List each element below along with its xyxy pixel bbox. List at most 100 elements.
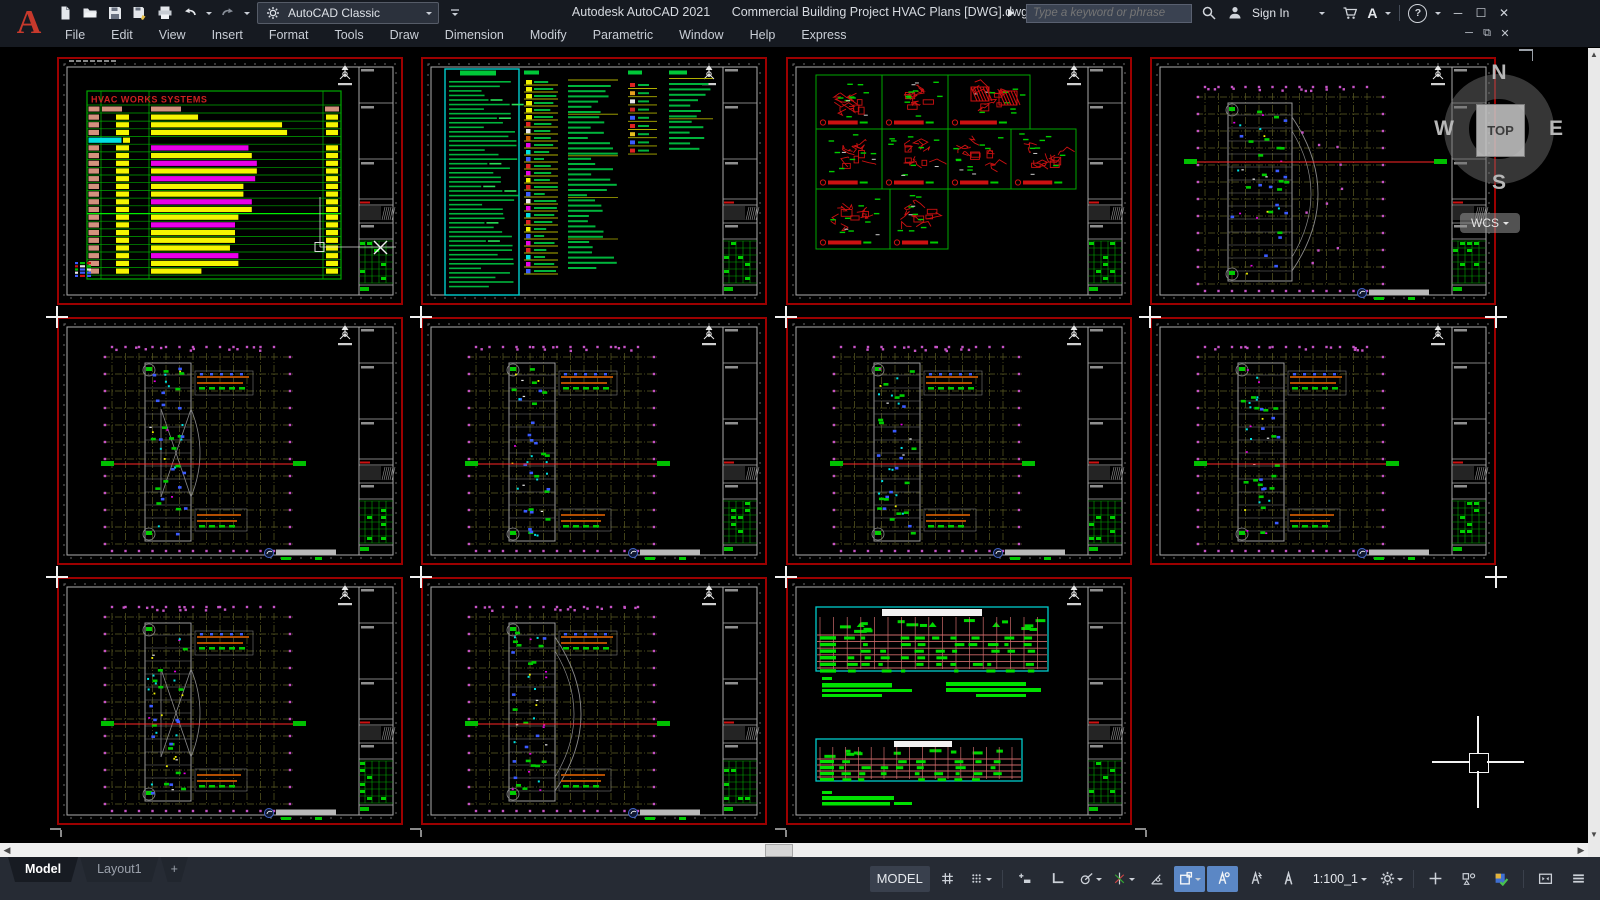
close-button[interactable]: ✕ [1494, 6, 1514, 20]
redo-icon[interactable] [219, 4, 237, 22]
sheet-hvac-works-systems-schedule[interactable]: HVAC WORKS SYSTEMS [57, 57, 403, 305]
sheet-hvac-floor-plan-2[interactable] [421, 317, 767, 565]
workspace-switching-chevron-down-icon[interactable] [1397, 878, 1403, 884]
save-icon[interactable] [106, 4, 124, 22]
menu-tools[interactable]: Tools [321, 25, 376, 46]
redo-chevron-down-icon[interactable] [244, 12, 250, 18]
undo-icon[interactable] [181, 4, 199, 22]
sheet-general-notes-and-legend[interactable] [421, 57, 767, 305]
menu-insert[interactable]: Insert [199, 25, 256, 46]
collapse-search-arrow-icon[interactable] [1008, 9, 1018, 17]
viewcube-wcs-menu[interactable]: WCS [1460, 213, 1520, 233]
minimize-button[interactable]: ─ [1448, 6, 1468, 20]
vertical-scrollbar[interactable]: ▲ ▼ [1588, 47, 1600, 843]
document-window-controls: ─ ⧉ ✕ [1462, 27, 1512, 40]
dyn-icon [1017, 871, 1032, 886]
undo-chevron-down-icon[interactable] [206, 12, 212, 18]
sign-in-button[interactable]: Sign In [1252, 6, 1289, 20]
store-chevron-down-icon[interactable] [1385, 12, 1391, 18]
status-isometric-drafting-button[interactable] [1108, 866, 1139, 892]
scrollbar-thumb[interactable] [765, 844, 793, 857]
sheet-hvac-floor-plan-6[interactable] [421, 577, 767, 825]
menu-parametric[interactable]: Parametric [580, 25, 666, 46]
menu-dimension[interactable]: Dimension [432, 25, 517, 46]
search-input[interactable] [1026, 4, 1192, 23]
menu-express[interactable]: Express [788, 25, 859, 46]
status-model-space-toggle[interactable]: MODEL [870, 866, 930, 892]
scroll-left-icon[interactable]: ◀ [0, 843, 14, 857]
menu-draw[interactable]: Draw [377, 25, 432, 46]
sheet-equipment-schedules[interactable] [786, 577, 1132, 825]
scroll-up-icon[interactable]: ▲ [1588, 49, 1600, 61]
search-icon[interactable] [1200, 4, 1218, 22]
menu-modify[interactable]: Modify [517, 25, 580, 46]
saveas-icon[interactable] [131, 4, 149, 22]
status-dynamic-input-button[interactable] [1009, 866, 1040, 892]
sheet-site-key-plan[interactable] [1150, 57, 1496, 305]
sheet-hvac-floor-plan-1[interactable] [57, 317, 403, 565]
menu-format[interactable]: Format [256, 25, 322, 46]
tab-model[interactable]: Model [8, 857, 78, 882]
status-polar-tracking-button[interactable] [1075, 866, 1106, 892]
customize-quick-access-icon[interactable] [446, 4, 464, 22]
help-icon[interactable]: ? [1408, 4, 1427, 23]
autocad-logo-icon[interactable]: A [10, 2, 48, 44]
scroll-right-icon[interactable]: ▶ [1574, 843, 1588, 857]
doc-close-button[interactable]: ✕ [1498, 27, 1512, 40]
viewcube-east[interactable]: E [1549, 117, 1563, 141]
viewcube-north[interactable]: N [1491, 61, 1506, 85]
status-annotation-scale[interactable]: 1:100_1 [1306, 866, 1374, 892]
add-layout-button[interactable]: + [161, 857, 188, 882]
status-annotation-scale-icon-button[interactable] [1273, 866, 1304, 892]
status-graphics-performance-button[interactable] [1486, 866, 1517, 892]
viewcube-south[interactable]: S [1492, 171, 1506, 195]
app-store-cart-icon[interactable] [1341, 4, 1359, 22]
status-plus-button[interactable] [1420, 866, 1451, 892]
sheet-drawing [57, 577, 403, 825]
open-icon[interactable] [81, 4, 99, 22]
scroll-down-icon[interactable]: ▼ [1588, 829, 1600, 841]
status-object-snap-button[interactable] [1174, 866, 1205, 892]
menu-help[interactable]: Help [737, 25, 789, 46]
status-clean-screen-button[interactable] [1530, 866, 1561, 892]
annotation-scale-chevron-down-icon[interactable] [1361, 878, 1367, 884]
status-grid-display-button[interactable] [932, 866, 963, 892]
plot-icon[interactable] [156, 4, 174, 22]
object-snap-chevron-down-icon[interactable] [1195, 878, 1201, 884]
viewcube-west[interactable]: W [1434, 117, 1454, 141]
status-annotation-autoscale-button[interactable] [1240, 866, 1271, 892]
sheet-hvac-floor-plan-3[interactable] [786, 317, 1132, 565]
doc-restore-button[interactable]: ⧉ [1480, 27, 1494, 40]
status-customization-button[interactable] [1563, 866, 1594, 892]
status-ortho-mode-button[interactable] [1042, 866, 1073, 892]
polar-tracking-chevron-down-icon[interactable] [1096, 878, 1102, 884]
autodesk-a-icon[interactable]: A [1367, 5, 1377, 21]
sheet-hvac-floor-plan-5[interactable] [57, 577, 403, 825]
titlebar: A AutoCAD Classic Autodesk AutoCAD 2021 … [0, 0, 1600, 48]
isometric-drafting-chevron-down-icon[interactable] [1129, 878, 1135, 884]
sheet-installation-details[interactable] [786, 57, 1132, 305]
menu-edit[interactable]: Edit [98, 25, 146, 46]
viewcube-top-face[interactable]: TOP [1476, 104, 1525, 157]
sign-in-chevron-down-icon[interactable] [1319, 12, 1325, 18]
user-icon[interactable] [1226, 4, 1244, 22]
drawing-canvas[interactable]: HVAC WORKS SYSTEMS N W E S TOP WCS [0, 47, 1588, 843]
workspace-dropdown[interactable]: AutoCAD Classic [257, 2, 439, 24]
status-annotation-visibility-button[interactable] [1207, 866, 1238, 892]
status-object-snap-tracking-button[interactable] [1141, 866, 1172, 892]
menu-window[interactable]: Window [666, 25, 736, 46]
status-snap-mode-button[interactable] [965, 866, 996, 892]
status-workspace-switching-button[interactable] [1376, 866, 1407, 892]
snap-mode-chevron-down-icon[interactable] [986, 878, 992, 884]
sheet-hvac-floor-plan-4[interactable] [1150, 317, 1496, 565]
menu-view[interactable]: View [146, 25, 199, 46]
maximize-button[interactable]: ☐ [1471, 6, 1491, 20]
status-annotation-monitor-button[interactable] [1453, 866, 1484, 892]
horizontal-scrollbar[interactable]: ◀ ▶ [0, 843, 1588, 857]
tab-layout1[interactable]: Layout1 [80, 857, 158, 882]
menu-file[interactable]: File [52, 25, 98, 46]
annvis-icon [1215, 871, 1230, 886]
doc-minimize-button[interactable]: ─ [1462, 27, 1476, 40]
qnew-icon[interactable] [56, 4, 74, 22]
help-chevron-down-icon[interactable] [1435, 12, 1441, 18]
